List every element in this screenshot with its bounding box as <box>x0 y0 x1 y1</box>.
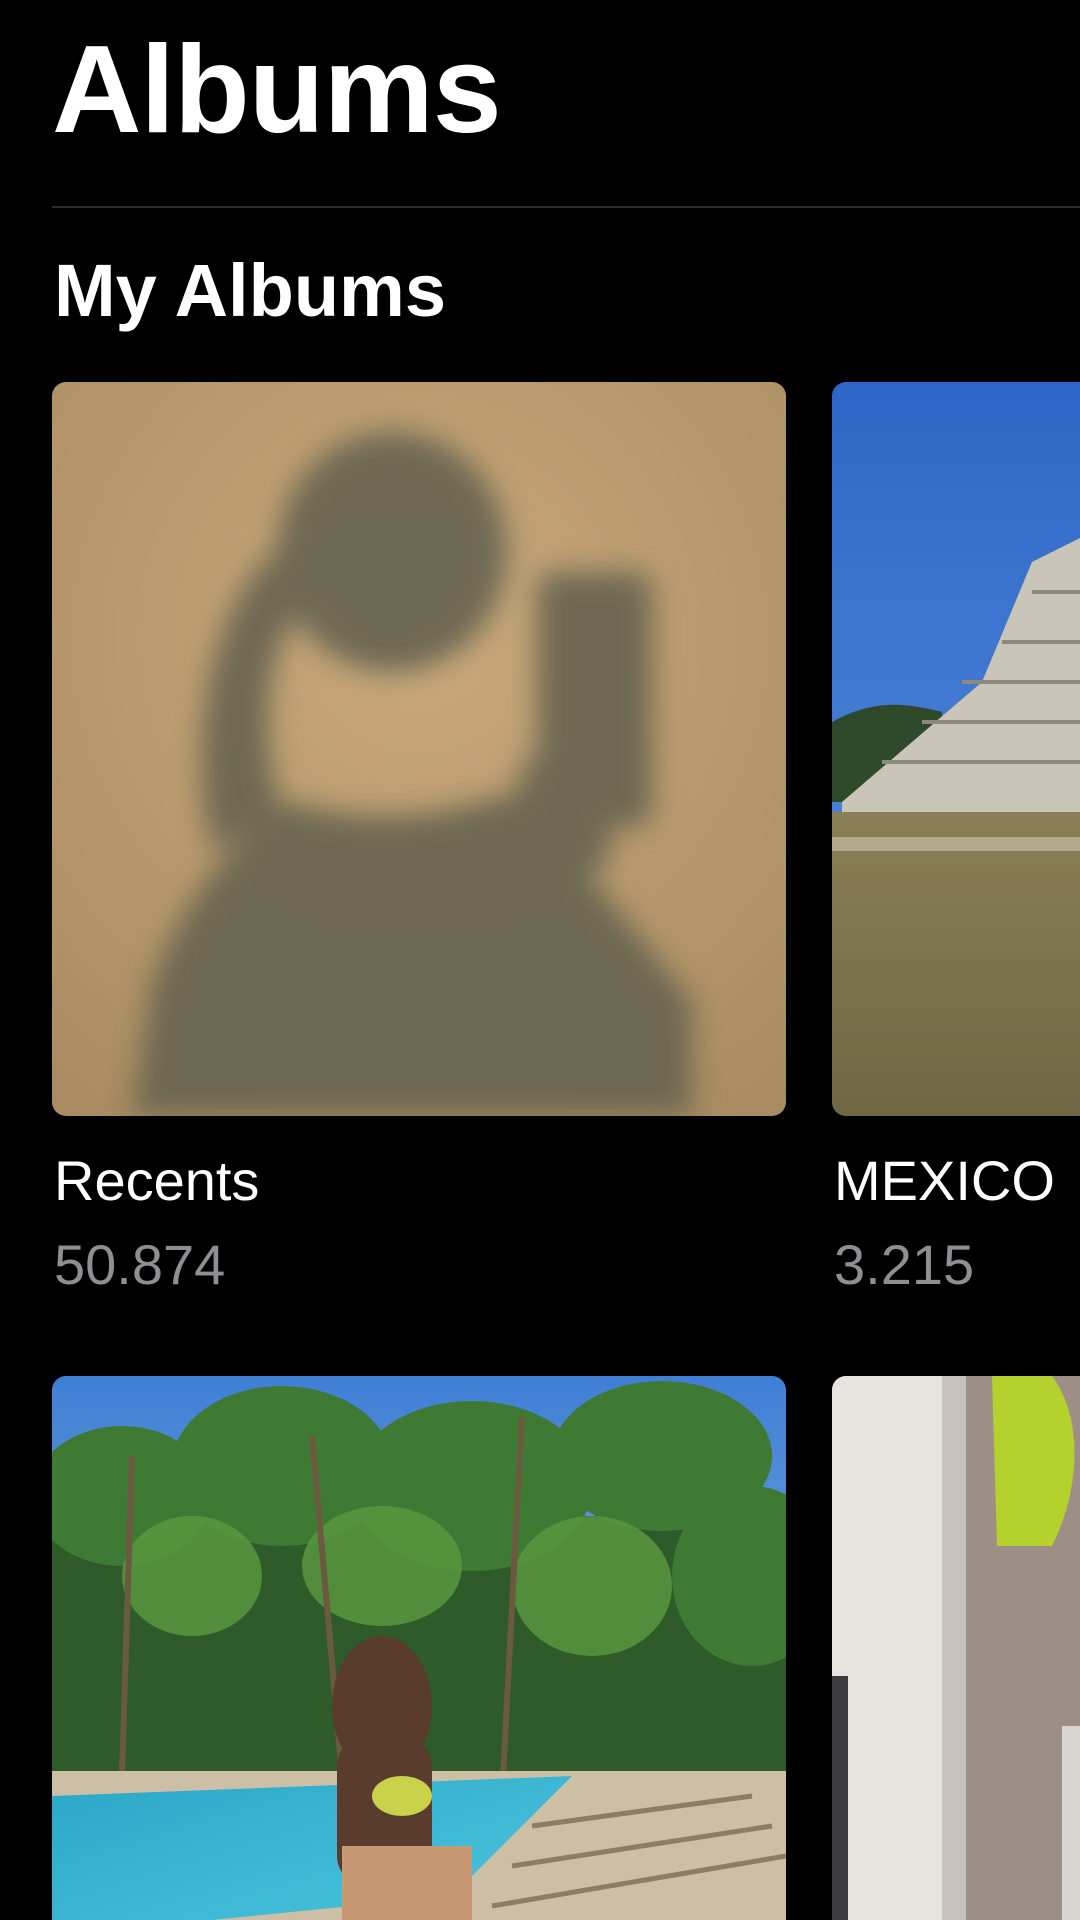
album-thumbnail-doorway[interactable] <box>832 1376 1080 1920</box>
album-thumbnail-poolside[interactable] <box>52 1376 786 1920</box>
album-thumbnail-recents[interactable] <box>52 382 786 1116</box>
album-name-recents: Recents <box>54 1149 260 1212</box>
poolside-palm-photo <box>52 1376 786 1920</box>
section-title-my-albums[interactable]: My Albums <box>54 250 446 332</box>
doorway-photo <box>832 1376 1080 1920</box>
album-count-recents: 50.874 <box>54 1233 226 1296</box>
header-divider <box>52 206 1080 208</box>
shadow-selfie-photo <box>52 382 786 1116</box>
album-name-mexico: MEXICO <box>834 1149 1055 1212</box>
album-thumbnail-mexico[interactable] <box>832 382 1080 1116</box>
pyramid-photo <box>832 382 1080 1116</box>
page-title: Albums <box>52 21 502 159</box>
albums-screen: Albums My Albums Recents 50.874 MEXICO 3… <box>0 0 1080 1920</box>
album-count-mexico: 3.215 <box>834 1233 975 1296</box>
